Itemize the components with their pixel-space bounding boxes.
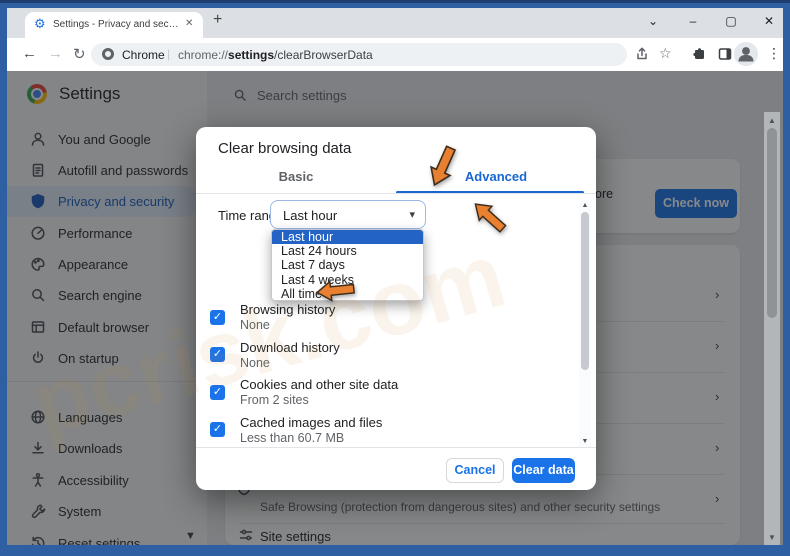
tab-close-icon[interactable]: ✕	[185, 18, 193, 29]
browser-tab[interactable]: ⚙ Settings - Privacy and security ✕	[25, 12, 203, 38]
row-sub: Less than 60.7 MB	[240, 431, 345, 445]
row-sub: None	[240, 318, 270, 332]
time-range-select[interactable]: Last hour ▾	[270, 200, 426, 229]
address-bar-separator: |	[167, 47, 171, 61]
url-path: /clearBrowserData	[274, 48, 373, 62]
scroll-up-icon[interactable]: ▲	[764, 116, 780, 125]
window-close-button[interactable]: ✕	[759, 14, 779, 28]
annotation-arrow-advanced-tab	[416, 145, 462, 212]
checkbox-cached-images[interactable]: ✓	[210, 422, 225, 437]
more-menu-icon[interactable]: ⋮	[767, 45, 781, 62]
profile-avatar[interactable]	[734, 42, 758, 66]
option-last-7-days[interactable]: Last 7 days	[272, 258, 423, 272]
scroll-down-icon[interactable]: ▼	[579, 438, 591, 445]
forward-icon[interactable]: →	[48, 45, 63, 62]
checkbox-download-history[interactable]: ✓	[210, 347, 225, 362]
maximize-button[interactable]: ▢	[721, 14, 741, 28]
back-icon[interactable]: ←	[22, 45, 37, 62]
page-scrollbar[interactable]: ▲ ▼	[764, 112, 780, 545]
share-icon[interactable]	[633, 46, 649, 67]
scroll-up-icon[interactable]: ▲	[579, 202, 591, 209]
checkbox-browsing-history[interactable]: ✓	[210, 310, 225, 325]
browser-toolbar: ← → ↻ Chrome | chrome://settings/clearBr…	[7, 38, 783, 71]
new-tab-button[interactable]: +	[213, 11, 222, 29]
dialog-scrollbar[interactable]: ▲ ▼	[579, 200, 591, 447]
scrollbar-thumb[interactable]	[767, 128, 777, 318]
scroll-down-icon[interactable]: ▼	[764, 533, 780, 542]
row-sub: None	[240, 356, 270, 370]
window-top-edge	[0, 0, 790, 3]
address-bar-url[interactable]: chrome://settings/clearBrowserData	[178, 48, 373, 62]
clear-browsing-data-dialog: Clear browsing data Basic Advanced Time …	[196, 127, 596, 490]
select-arrow-icon: ▾	[409, 209, 415, 221]
scrollbar-thumb[interactable]	[581, 212, 589, 370]
cancel-button[interactable]: Cancel	[446, 458, 504, 483]
address-bar-engine-label: Chrome	[122, 48, 165, 62]
row-sub: From 2 sites	[240, 393, 309, 407]
clear-data-button[interactable]: Clear data	[512, 458, 575, 483]
settings-gear-icon: ⚙	[34, 16, 46, 31]
annotation-arrow-all-time	[314, 280, 358, 302]
tab-title: Settings - Privacy and security	[53, 19, 183, 30]
option-last-24-hours[interactable]: Last 24 hours	[272, 244, 423, 258]
footer-divider	[196, 447, 596, 448]
time-range-value: Last hour	[283, 208, 338, 223]
url-host: settings	[228, 48, 275, 62]
option-last-hour[interactable]: Last hour	[272, 230, 423, 245]
minimize-button[interactable]: –	[683, 14, 703, 28]
checkbox-cookies[interactable]: ✓	[210, 385, 225, 400]
chrome-logo-icon	[102, 48, 114, 60]
reload-icon[interactable]: ↻	[73, 45, 86, 63]
address-bar[interactable]: Chrome | chrome://settings/clearBrowserD…	[91, 43, 627, 66]
bookmark-star-icon[interactable]: ☆	[659, 45, 672, 62]
url-scheme: chrome://	[178, 48, 229, 62]
row-label: Download history	[240, 340, 340, 355]
dialog-title: Clear browsing data	[218, 140, 352, 157]
desktop: ⚙ Settings - Privacy and security ✕ + ⌄ …	[0, 0, 790, 556]
extensions-puzzle-icon[interactable]	[691, 46, 707, 67]
browser-titlebar: ⚙ Settings - Privacy and security ✕ + ⌄ …	[7, 8, 783, 38]
row-label: Browsing history	[240, 302, 336, 317]
row-label: Cached images and files	[240, 415, 383, 430]
side-panel-icon[interactable]	[717, 46, 733, 67]
window-menu-chevron-icon[interactable]: ⌄	[643, 14, 663, 28]
annotation-arrow-underline	[474, 192, 520, 233]
row-label: Cookies and other site data	[240, 377, 399, 392]
tab-basic[interactable]: Basic	[236, 169, 356, 184]
